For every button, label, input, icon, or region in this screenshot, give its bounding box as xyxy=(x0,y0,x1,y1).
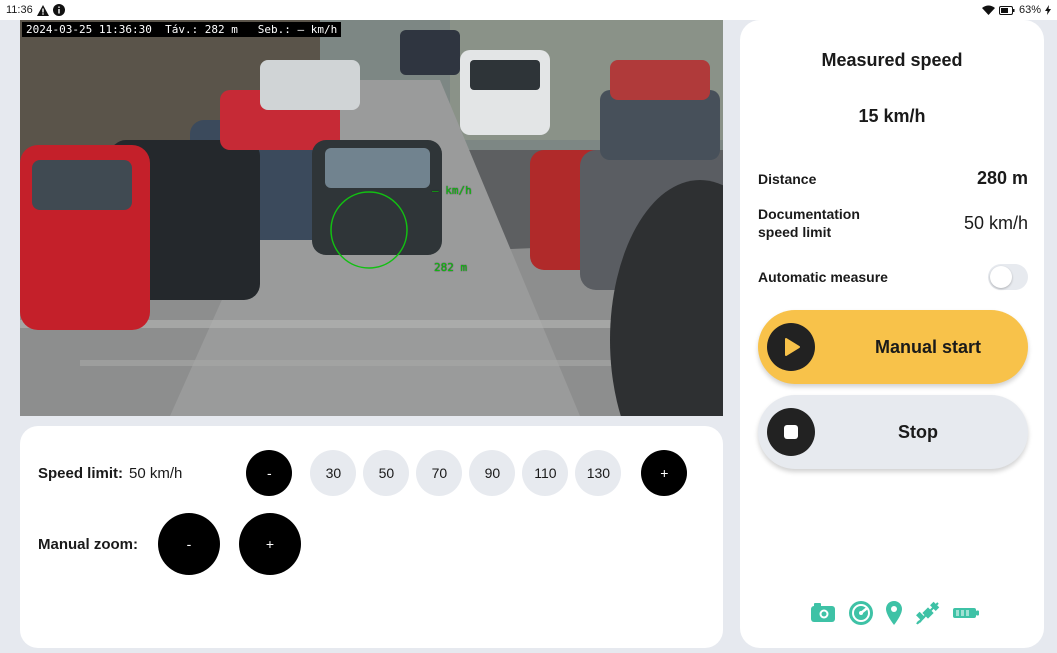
doc-speed-limit-label: Documentation speed limit xyxy=(758,206,860,240)
speed-limit-increase-button[interactable]: + xyxy=(641,450,688,496)
camera-overlay-text: 2024-03-25 11:36:30 Táv.: 282 m Seb.: — … xyxy=(22,22,342,37)
battery-status-icon xyxy=(952,606,980,620)
camera-feed[interactable]: 2024-03-25 11:36:30 Táv.: 282 m Seb.: — … xyxy=(20,20,723,416)
target-speed-label: — km/h xyxy=(432,184,472,197)
battery-icon xyxy=(998,5,1015,15)
speed-preset-90[interactable]: 90 xyxy=(469,450,516,496)
distance-value: 280 m xyxy=(976,168,1028,188)
controls-panel: Speed limit: 50 km/h - 30 50 70 90 110 1… xyxy=(20,426,723,648)
distance-label: Distance xyxy=(758,170,817,187)
measurement-panel: Measured speed 15 km/h Distance 280 m Do… xyxy=(740,20,1044,648)
charging-icon xyxy=(1045,5,1051,15)
measured-speed-title: Measured speed xyxy=(821,50,963,70)
status-indicators xyxy=(810,598,980,628)
automatic-measure-label: Automatic measure xyxy=(758,269,888,285)
speed-preset-110[interactable]: 110 xyxy=(522,450,569,496)
battery-percent: 63% xyxy=(1018,4,1041,16)
speed-presets: 30 50 70 90 110 130 xyxy=(310,450,622,496)
clock: 11:36 xyxy=(6,4,33,16)
speed-preset-30[interactable]: 30 xyxy=(310,450,357,496)
speed-preset-130[interactable]: 130 xyxy=(575,450,622,496)
stop-button[interactable]: Stop xyxy=(758,395,1028,469)
play-icon xyxy=(767,323,815,371)
manual-start-label: Manual start xyxy=(874,337,982,357)
manual-start-button[interactable]: Manual start xyxy=(758,310,1028,384)
stop-icon xyxy=(767,408,815,456)
speed-limit-row: Speed limit: 50 km/h - 30 50 70 90 110 1… xyxy=(38,448,718,498)
satellite-off-icon xyxy=(915,600,941,626)
stop-label: Stop xyxy=(898,422,938,442)
wifi-icon xyxy=(981,5,995,15)
info-icon xyxy=(52,4,65,16)
speed-preset-50[interactable]: 50 xyxy=(363,450,410,496)
measured-speed-value: 15 km/h xyxy=(858,106,926,126)
manual-zoom-label: Manual zoom: xyxy=(38,535,138,553)
zoom-out-button[interactable]: - xyxy=(158,513,220,575)
zoom-in-button[interactable]: + xyxy=(239,513,301,575)
automatic-measure-toggle[interactable] xyxy=(988,264,1028,290)
camera-scene xyxy=(20,20,723,416)
warning-icon xyxy=(36,4,49,16)
status-bar: 11:36 63% xyxy=(0,0,1057,20)
doc-speed-limit-value: 50 km/h xyxy=(963,212,1028,233)
distance-row: Distance 280 m xyxy=(758,168,1028,189)
doc-speed-limit-row: Documentation speed limit 50 km/h xyxy=(758,204,1028,242)
speed-limit-label: Speed limit: xyxy=(38,464,124,482)
automatic-measure-row: Automatic measure xyxy=(758,264,1028,290)
target-distance-label: 282 m xyxy=(434,261,468,274)
toggle-knob xyxy=(990,266,1012,288)
location-icon xyxy=(885,600,903,626)
speed-limit-decrease-button[interactable]: - xyxy=(246,450,293,496)
manual-zoom-row: Manual zoom: - + xyxy=(38,512,301,576)
camera-icon xyxy=(810,603,836,623)
speed-limit-value: 50 km/h xyxy=(129,464,183,482)
speed-preset-70[interactable]: 70 xyxy=(416,450,463,496)
gauge-icon xyxy=(848,600,874,626)
